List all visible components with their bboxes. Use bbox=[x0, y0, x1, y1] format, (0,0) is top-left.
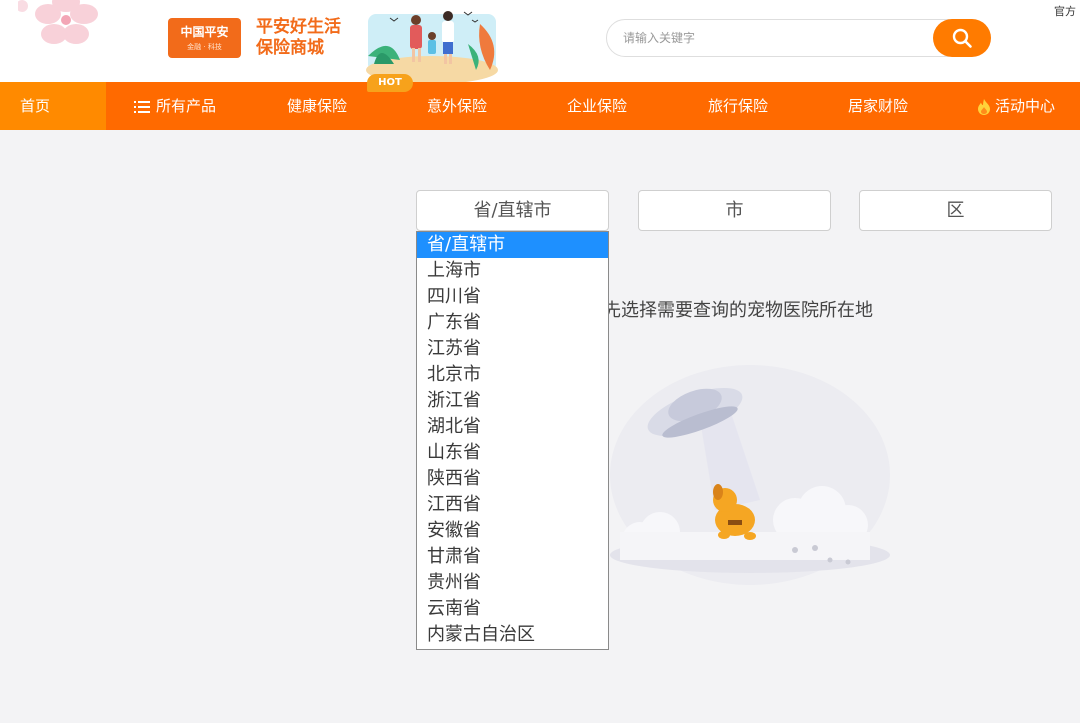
province-select[interactable]: 省/直辖市 bbox=[416, 190, 609, 231]
province-option[interactable]: 内蒙古自治区 bbox=[417, 622, 608, 648]
header: 中国平安 金融 · 科技 平安好生活 保险商城 HOT 官方 bbox=[0, 0, 1080, 92]
official-link[interactable]: 官方 bbox=[1054, 3, 1076, 19]
province-option[interactable]: 北京市 bbox=[417, 362, 608, 388]
search-icon bbox=[952, 28, 972, 48]
province-option[interactable]: 陕西省 bbox=[417, 466, 608, 492]
nav-home-property-insurance[interactable]: 居家财险 bbox=[848, 82, 908, 130]
district-select[interactable]: 区 bbox=[859, 190, 1052, 231]
search-input[interactable] bbox=[606, 19, 966, 57]
province-option[interactable]: 江苏省 bbox=[417, 336, 608, 362]
nav-all-products[interactable]: 所有产品 bbox=[134, 82, 216, 130]
search-button[interactable] bbox=[933, 19, 991, 57]
province-option[interactable]: 湖北省 bbox=[417, 414, 608, 440]
ping-an-logo[interactable]: 中国平安 金融 · 科技 bbox=[168, 18, 241, 58]
province-option[interactable]: 贵州省 bbox=[417, 570, 608, 596]
province-dropdown-list[interactable]: 省/直辖市 上海市 四川省 广东省 江苏省 北京市 浙江省 湖北省 山东省 陕西… bbox=[416, 231, 609, 650]
empty-state-hint: 先选择需要查询的宠物医院所在地 bbox=[603, 300, 873, 321]
province-option-selected[interactable]: 省/直辖市 bbox=[417, 232, 608, 258]
province-option[interactable]: 甘肃省 bbox=[417, 544, 608, 570]
mall-slogan: 平安好生活 保险商城 bbox=[256, 17, 341, 59]
nav-health-insurance[interactable]: 健康保险 bbox=[287, 82, 347, 130]
cherry-blossom-decoration bbox=[18, 0, 98, 44]
city-select[interactable]: 市 bbox=[638, 190, 831, 231]
slogan-line-2: 保险商城 bbox=[256, 38, 324, 58]
nav-enterprise-label: 企业保险 bbox=[567, 97, 628, 115]
province-option[interactable]: 广东省 bbox=[417, 310, 608, 336]
nav-home[interactable]: 首页 bbox=[0, 82, 106, 130]
slogan-line-1: 平安好生活 bbox=[256, 17, 341, 37]
nav-activity-label: 活动中心 bbox=[995, 97, 1056, 115]
hot-badge: HOT bbox=[367, 74, 413, 92]
province-option[interactable]: 江西省 bbox=[417, 492, 608, 518]
flame-icon bbox=[978, 98, 990, 115]
province-option[interactable]: 上海市 bbox=[417, 258, 608, 284]
nav-activity-center[interactable]: 活动中心 bbox=[977, 82, 1055, 130]
province-option[interactable]: 山东省 bbox=[417, 440, 608, 466]
province-option[interactable]: 四川省 bbox=[417, 284, 608, 310]
province-option[interactable]: 安徽省 bbox=[417, 518, 608, 544]
province-option[interactable]: 云南省 bbox=[417, 596, 608, 622]
nav-travel-insurance[interactable]: 旅行保险 bbox=[708, 82, 768, 130]
main-nav: 首页 所有产品 健康保险 意外保险 企业保险 旅行保险 居家财险 活动中心 bbox=[0, 82, 1080, 130]
nav-property-label: 居家财险 bbox=[848, 97, 909, 115]
empty-state-illustration bbox=[610, 365, 890, 585]
nav-home-label: 首页 bbox=[20, 97, 51, 115]
nav-enterprise-insurance[interactable]: 企业保险 bbox=[567, 82, 627, 130]
nav-accident-insurance[interactable]: 意外保险 bbox=[427, 82, 487, 130]
logo-sub-text: 金融 · 科技 bbox=[187, 43, 222, 51]
nav-travel-label: 旅行保险 bbox=[708, 97, 769, 115]
province-option[interactable]: 浙江省 bbox=[417, 388, 608, 414]
list-icon bbox=[134, 100, 150, 113]
nav-all-products-label: 所有产品 bbox=[156, 97, 217, 115]
logo-main-text: 中国平安 bbox=[180, 25, 229, 39]
nav-health-label: 健康保险 bbox=[287, 97, 348, 115]
nav-accident-label: 意外保险 bbox=[427, 97, 488, 115]
